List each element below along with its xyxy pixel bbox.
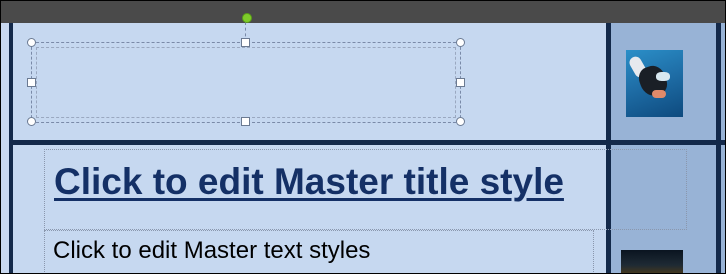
slide-master-canvas: Click to edit Master title style Click t…: [0, 0, 726, 274]
vertical-divider: [606, 23, 611, 273]
diver-picture[interactable]: [626, 50, 683, 117]
resize-handle-bottom-left[interactable]: [27, 117, 36, 126]
resize-handle-bottom[interactable]: [241, 117, 250, 126]
resize-handle-right[interactable]: [456, 78, 465, 87]
resize-handle-top[interactable]: [241, 38, 250, 47]
resize-handle-top-right[interactable]: [456, 38, 465, 47]
selected-placeholder[interactable]: [31, 42, 461, 123]
left-divider: [9, 23, 13, 273]
underwater-picture[interactable]: [621, 250, 683, 273]
title-placeholder-text[interactable]: Click to edit Master title style: [54, 161, 564, 203]
right-edge-divider: [716, 23, 721, 273]
horizontal-divider: [9, 140, 725, 145]
diver-mask-shape: [656, 72, 670, 81]
resize-handle-bottom-right[interactable]: [456, 117, 465, 126]
body-placeholder-text[interactable]: Click to edit Master text styles: [53, 237, 370, 265]
resize-handle-top-left[interactable]: [27, 38, 36, 47]
diver-arm-shape: [652, 90, 666, 98]
resize-handle-left[interactable]: [27, 78, 36, 87]
top-bar: [1, 1, 725, 23]
rotate-handle[interactable]: [242, 13, 252, 23]
